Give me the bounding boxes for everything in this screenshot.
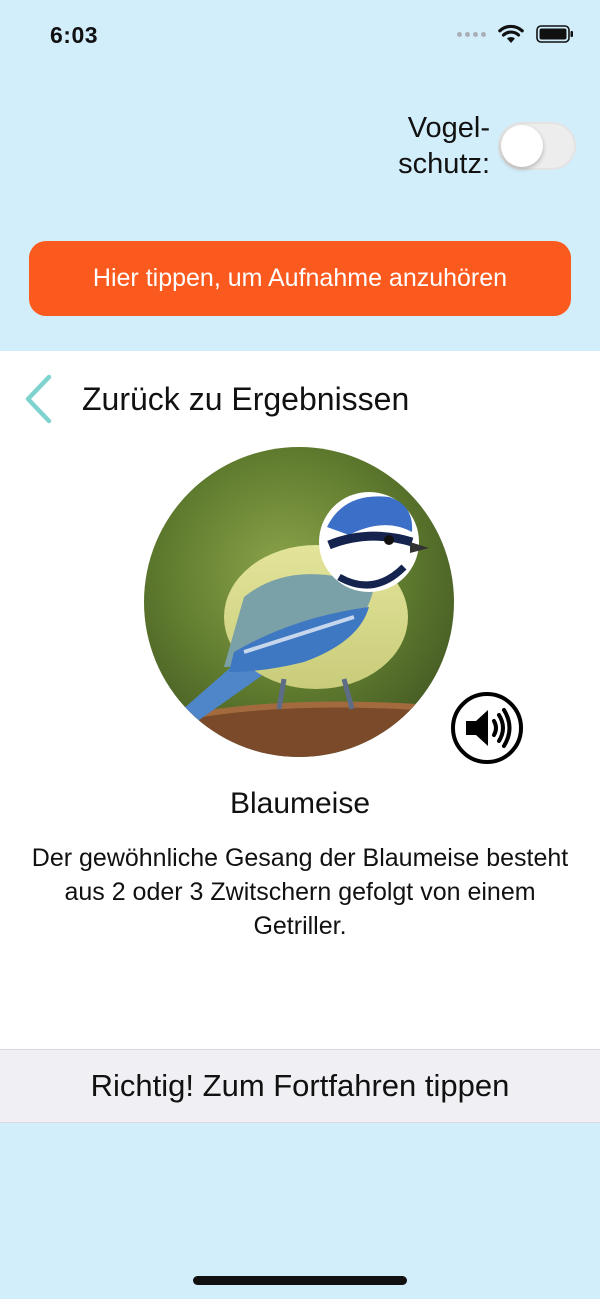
status-time: 6:03 xyxy=(50,22,99,48)
bird-description: Der gewöhnliche Gesang der Blaumeise bes… xyxy=(31,844,569,940)
wifi-icon xyxy=(498,24,524,43)
status-bar: 6:03 xyxy=(0,0,600,72)
cellular-dots-icon xyxy=(457,31,486,37)
play-sound-button[interactable] xyxy=(450,691,524,765)
bird-protection-setting: Vogel- schutz: xyxy=(398,110,576,182)
bird-photo xyxy=(144,447,454,757)
speaker-icon xyxy=(451,692,523,764)
result-panel: Zurück zu Ergebnissen Blaumeise Der gewö… xyxy=(0,351,600,1049)
bird-protection-label: Vogel- schutz: xyxy=(398,112,490,180)
status-icons xyxy=(457,24,574,44)
battery-icon xyxy=(536,25,573,43)
bird-protection-toggle[interactable] xyxy=(498,122,576,170)
chevron-left-icon xyxy=(25,374,52,424)
back-to-results-button[interactable]: Zurück zu Ergebnissen xyxy=(22,373,409,425)
back-label: Zurück zu Ergebnissen xyxy=(82,380,410,417)
toggle-knob xyxy=(501,125,543,167)
continue-button[interactable]: Richtig! Zum Fortfahren tippen xyxy=(0,1049,600,1123)
listen-recording-button[interactable]: Hier tippen, um Aufnahme anzuhören xyxy=(29,241,571,316)
bird-name: Blaumeise xyxy=(229,787,371,820)
home-indicator[interactable] xyxy=(193,1276,407,1285)
